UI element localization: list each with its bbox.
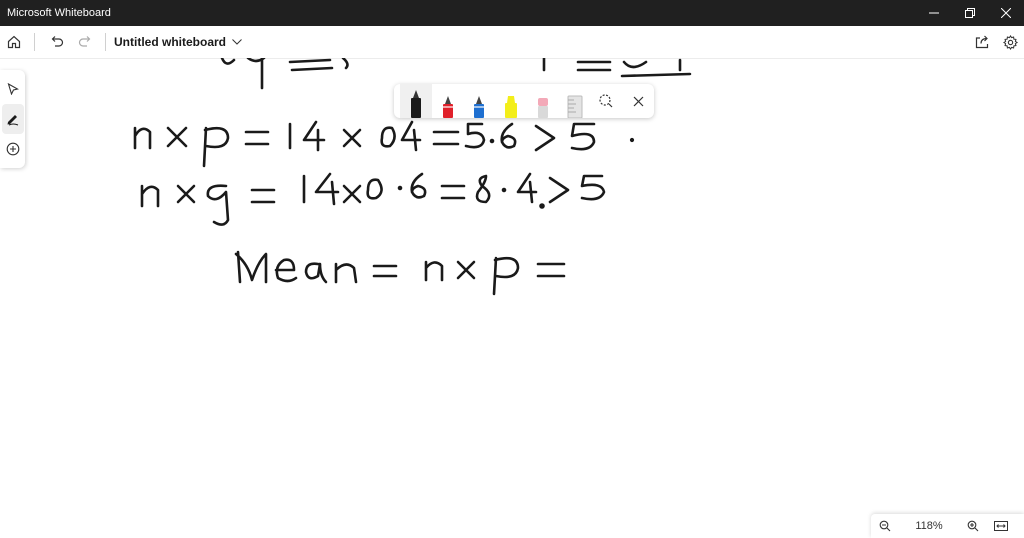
settings-button[interactable] <box>996 28 1024 56</box>
zoom-controls: 118% <box>871 514 1024 538</box>
whiteboard-title-dropdown[interactable]: Untitled whiteboard <box>114 35 242 49</box>
pen-icon <box>7 115 18 126</box>
tool-rail <box>0 70 25 168</box>
blue-pen-icon <box>474 96 485 118</box>
share-button[interactable] <box>968 28 996 56</box>
home-button[interactable] <box>0 28 28 56</box>
whiteboard-title: Untitled whiteboard <box>114 35 226 49</box>
ruler-button[interactable] <box>559 84 591 118</box>
close-icon <box>1001 8 1011 18</box>
settings-icon <box>1002 34 1018 50</box>
ink-toolbar <box>394 84 654 118</box>
lasso-icon <box>599 94 613 108</box>
highlighter-icon <box>505 96 518 118</box>
whiteboard-canvas[interactable] <box>0 56 1024 538</box>
toolbar-divider <box>34 33 35 51</box>
fit-to-screen-button[interactable] <box>987 514 1015 538</box>
red-pen-icon <box>442 96 453 118</box>
zoom-in-button[interactable] <box>959 514 987 538</box>
blue-pen-button[interactable] <box>464 84 496 118</box>
chevron-down-icon <box>232 39 242 45</box>
restore-button[interactable] <box>952 0 988 26</box>
minimize-icon <box>929 12 939 14</box>
highlighter-button[interactable] <box>495 84 527 118</box>
black-pen-icon <box>410 90 421 118</box>
whiteboard-app: Microsoft Whiteboard Untitled whiteboard <box>0 0 1024 538</box>
select-tool-button[interactable] <box>2 74 24 104</box>
close-window-button[interactable] <box>988 0 1024 26</box>
toolbar-divider <box>105 33 106 51</box>
share-icon <box>975 35 989 49</box>
ink-line-3 <box>234 250 566 296</box>
eraser-button[interactable] <box>527 84 559 118</box>
zoom-level: 118% <box>915 520 943 532</box>
ink-line-2 <box>140 172 606 226</box>
close-ink-toolbar-button[interactable] <box>622 84 654 118</box>
red-pen-button[interactable] <box>432 84 464 118</box>
restore-icon <box>965 8 975 18</box>
zoom-in-icon <box>967 520 979 532</box>
minimize-button[interactable] <box>916 0 952 26</box>
app-toolbar: Untitled whiteboard <box>0 26 1024 59</box>
create-tool-button[interactable] <box>2 134 24 164</box>
title-bar: Microsoft Whiteboard <box>0 0 1024 26</box>
undo-button[interactable] <box>43 28 71 56</box>
add-circle-icon <box>6 142 19 156</box>
lasso-select-button[interactable] <box>591 84 623 118</box>
ink-line-1 <box>133 120 635 168</box>
ink-layer <box>133 56 692 296</box>
home-icon <box>7 35 21 49</box>
undo-icon <box>51 36 64 47</box>
inking-tool-button[interactable] <box>1 104 24 134</box>
eraser-icon <box>537 98 548 118</box>
close-icon <box>633 96 644 106</box>
cursor-icon <box>7 83 19 95</box>
black-pen-button[interactable] <box>400 84 432 118</box>
zoom-out-button[interactable] <box>871 514 899 538</box>
redo-icon <box>78 36 91 47</box>
fit-width-icon <box>994 521 1008 531</box>
zoom-out-icon <box>879 520 891 532</box>
window-title: Microsoft Whiteboard <box>7 7 111 19</box>
redo-button[interactable] <box>71 28 99 56</box>
ruler-icon <box>567 95 583 118</box>
